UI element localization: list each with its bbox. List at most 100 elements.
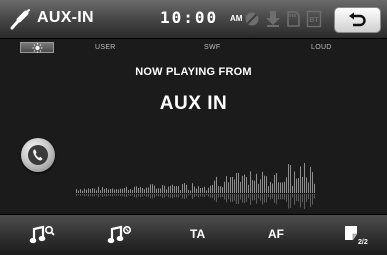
wave-reflection (102, 194, 103, 197)
wave-reflection (88, 194, 89, 197)
wave-reflection (278, 194, 279, 200)
wave-reflection (164, 194, 165, 198)
wave-bar (124, 187, 125, 193)
music-scan-icon (29, 225, 55, 244)
now-playing-label: NOW PLAYING FROM (135, 66, 252, 78)
wave-bar (244, 174, 245, 193)
wave-bar (248, 184, 249, 193)
wave-reflection (228, 194, 229, 200)
wave-bar (278, 182, 279, 193)
wave-bar (264, 175, 265, 193)
wave-reflection (308, 194, 309, 200)
wave-reflection (152, 194, 153, 199)
wave-bar (140, 187, 141, 193)
wave-bar (86, 189, 87, 193)
wave-reflection (206, 194, 207, 196)
wave-reflection (222, 194, 223, 197)
wave-reflection (176, 194, 177, 198)
wave-reflection (148, 194, 149, 197)
wave-reflection (108, 194, 109, 196)
wave-bar (216, 176, 217, 193)
wave-reflection (292, 194, 293, 198)
wave-reflection (270, 194, 271, 200)
wave-bar (156, 188, 157, 193)
wave-bar (302, 176, 303, 193)
screen: AUX-IN 10:00 AM BT USER SWF LOUD NOW PLA… (0, 0, 387, 255)
phone-button[interactable] (21, 138, 55, 172)
wave-bar (172, 184, 173, 193)
wave-bar (314, 183, 315, 193)
no-signal-icon (244, 10, 260, 28)
page-indicator: 2/2 (358, 239, 368, 246)
wave-reflection (268, 194, 269, 198)
wave-reflection (110, 194, 111, 197)
wave-reflection (208, 194, 209, 197)
back-button[interactable] (334, 7, 381, 33)
wave-reflection (274, 194, 275, 203)
wave-bar (102, 187, 103, 193)
wave-bar (266, 176, 267, 193)
clock-ampm: AM (230, 14, 243, 23)
wave-reflection (258, 194, 259, 199)
wave-reflection (84, 194, 85, 197)
wave-bar (110, 188, 111, 193)
music-scan-button[interactable] (0, 214, 78, 255)
wave-reflection (86, 194, 87, 196)
wave-bar (312, 172, 313, 193)
wave-bar (186, 184, 187, 193)
wave-bar (238, 172, 239, 193)
music-random-button[interactable] (78, 214, 156, 255)
wave-bar (78, 190, 79, 193)
wave-bar (262, 171, 263, 193)
wave-bar (218, 186, 219, 193)
wave-reflection (212, 194, 213, 199)
wave-bar (122, 188, 123, 193)
mode-loud[interactable]: LOUD (311, 44, 332, 51)
wave-reflection (244, 194, 245, 204)
wave-reflection (114, 194, 115, 196)
music-random-icon (107, 225, 131, 244)
wave-bar (178, 185, 179, 193)
wave-bar (162, 185, 163, 193)
ta-button[interactable]: TA (156, 214, 234, 255)
wave-bar (136, 186, 137, 193)
wave-reflection (140, 194, 141, 197)
wave-bar (198, 186, 199, 193)
wave-bar (88, 188, 89, 193)
wave-bar (258, 183, 259, 193)
wave-bar (128, 190, 129, 193)
download-icon (265, 10, 281, 28)
brightness-button[interactable] (20, 42, 54, 53)
wave-bar (134, 186, 135, 193)
wave-reflection (238, 194, 239, 205)
wave-bar (152, 184, 153, 193)
wave-bar (108, 189, 109, 193)
wave-reflection (276, 194, 277, 204)
sd-card-icon (285, 10, 301, 28)
wave-bar (196, 188, 197, 193)
wave-reflection (214, 194, 215, 201)
wave-bar (200, 188, 201, 193)
wave-reflection (226, 194, 227, 203)
wave-reflection (202, 194, 203, 197)
wave-bar (252, 180, 253, 193)
wave-bar (174, 186, 175, 193)
wave-bar (194, 186, 195, 193)
wave-reflection (196, 194, 197, 197)
wave-reflection (104, 194, 105, 197)
wave-reflection (200, 194, 201, 197)
wave-reflection (266, 194, 267, 203)
wave-reflection (146, 194, 147, 197)
next-page-button[interactable] (312, 214, 387, 255)
wave-reflection (122, 194, 123, 197)
wave-bar (184, 183, 185, 193)
mode-user[interactable]: USER (95, 44, 116, 51)
mode-swf[interactable]: SWF (204, 44, 220, 51)
wave-reflection (256, 194, 257, 204)
wave-bar (188, 190, 189, 193)
wave-bar (150, 184, 151, 193)
wave-reflection (248, 194, 249, 199)
wave-reflection (126, 194, 127, 198)
af-button[interactable]: AF (234, 214, 312, 255)
wave-bar (158, 188, 159, 193)
